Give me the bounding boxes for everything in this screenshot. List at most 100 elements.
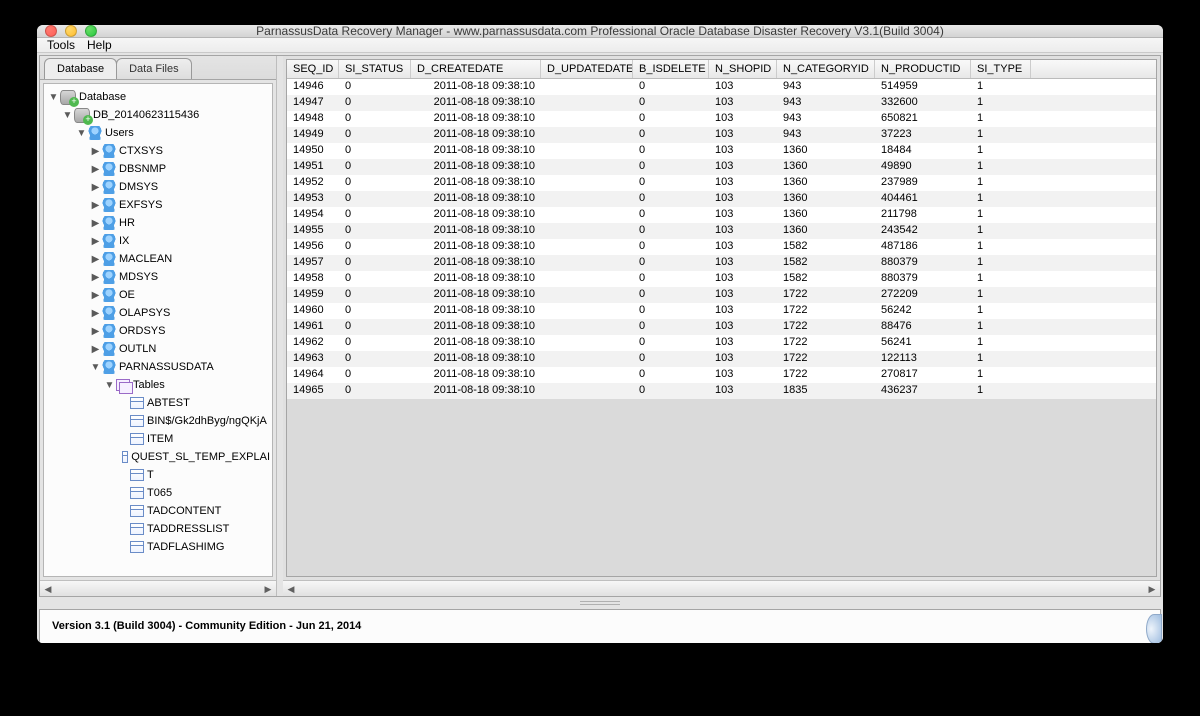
table-row[interactable]: 1494702011-08-18 09:38:1001039433326001 (287, 95, 1156, 111)
tree-table[interactable]: ABTEST (46, 394, 270, 412)
tree-label: ORDSYS (119, 325, 165, 337)
table-row[interactable]: 1496202011-08-18 09:38:1001031722562411 (287, 335, 1156, 351)
column-header[interactable]: B_ISDELETE (633, 60, 709, 78)
tab-data-files[interactable]: Data Files (116, 58, 192, 79)
table-row[interactable]: 1495002011-08-18 09:38:1001031360184841 (287, 143, 1156, 159)
scroll-right-icon[interactable]: ▶ (260, 582, 276, 596)
tree-tables[interactable]: ▼Tables (46, 376, 270, 394)
scroll-left-icon[interactable]: ◀ (283, 582, 299, 596)
cell: 880379 (875, 271, 971, 287)
cell: 2011-08-18 09:38:10 (411, 239, 541, 255)
menu-help[interactable]: Help (87, 38, 112, 52)
cell: 103 (709, 191, 777, 207)
tree-user-ctxsys[interactable]: ▶CTXSYS (46, 142, 270, 160)
column-header[interactable]: SEQ_ID (287, 60, 339, 78)
column-header[interactable]: D_CREATEDATE (411, 60, 541, 78)
scroll-right-icon[interactable]: ▶ (1144, 582, 1160, 596)
menubar: Tools Help (37, 38, 1163, 53)
column-header[interactable]: N_PRODUCTID (875, 60, 971, 78)
tree-table[interactable]: TADFLASHIMG (46, 538, 270, 556)
cell: 1722 (777, 303, 875, 319)
scroll-nub-icon[interactable] (1146, 614, 1162, 643)
tree-user-mdsys[interactable]: ▶MDSYS (46, 268, 270, 286)
cell: 2011-08-18 09:38:10 (411, 79, 541, 95)
table-row[interactable]: 1495902011-08-18 09:38:10010317222722091 (287, 287, 1156, 303)
table-row[interactable]: 1495202011-08-18 09:38:10010313602379891 (287, 175, 1156, 191)
column-header[interactable]: D_UPDATEDATE (541, 60, 633, 78)
table-row[interactable]: 1496102011-08-18 09:38:1001031722884761 (287, 319, 1156, 335)
titlebar: ParnassusData Recovery Manager - www.par… (37, 25, 1163, 38)
table-row[interactable]: 1494802011-08-18 09:38:1001039436508211 (287, 111, 1156, 127)
menu-tools[interactable]: Tools (47, 38, 75, 52)
cell: 943 (777, 79, 875, 95)
column-header[interactable]: N_SHOPID (709, 60, 777, 78)
tree-user-outln[interactable]: ▶OUTLN (46, 340, 270, 358)
close-icon[interactable] (45, 25, 57, 37)
tree-table[interactable]: QUEST_SL_TEMP_EXPLAI (46, 448, 270, 466)
tree-user-parnassusdata[interactable]: ▼PARNASSUSDATA (46, 358, 270, 376)
table-icon (130, 523, 144, 535)
tree-user-dbsnmp[interactable]: ▶DBSNMP (46, 160, 270, 178)
table-row[interactable]: 1496402011-08-18 09:38:10010317222708171 (287, 367, 1156, 383)
cell: 14957 (287, 255, 339, 271)
tree-user-ix[interactable]: ▶IX (46, 232, 270, 250)
tab-database[interactable]: Database (44, 58, 117, 79)
cell: 2011-08-18 09:38:10 (411, 223, 541, 239)
cell: 0 (339, 351, 411, 367)
cell (541, 95, 633, 111)
cell: 0 (339, 79, 411, 95)
minimize-icon[interactable] (65, 25, 77, 37)
zoom-icon[interactable] (85, 25, 97, 37)
cell: 943 (777, 127, 875, 143)
tree-user-hr[interactable]: ▶HR (46, 214, 270, 232)
tree-label: ABTEST (147, 397, 190, 409)
tree-user-maclean[interactable]: ▶MACLEAN (46, 250, 270, 268)
cell: 0 (633, 111, 709, 127)
sidebar-hscroll[interactable]: ◀ ▶ (40, 580, 276, 596)
table-row[interactable]: 1495602011-08-18 09:38:10010315824871861 (287, 239, 1156, 255)
tree-table[interactable]: BIN$/Gk2dhByg/ngQKjA (46, 412, 270, 430)
cell: 103 (709, 223, 777, 239)
table-row[interactable]: 1494902011-08-18 09:38:100103943372231 (287, 127, 1156, 143)
tree-table[interactable]: ITEM (46, 430, 270, 448)
cell: 2011-08-18 09:38:10 (411, 255, 541, 271)
column-header[interactable]: SI_TYPE (971, 60, 1031, 78)
table-row[interactable]: 1496502011-08-18 09:38:10010318354362371 (287, 383, 1156, 399)
cell: 2011-08-18 09:38:10 (411, 191, 541, 207)
cell: 2011-08-18 09:38:10 (411, 207, 541, 223)
table-row[interactable]: 1495402011-08-18 09:38:10010313602117981 (287, 207, 1156, 223)
column-header[interactable]: N_CATEGORYID (777, 60, 875, 78)
tree-user-dmsys[interactable]: ▶DMSYS (46, 178, 270, 196)
database-icon (60, 90, 76, 104)
grid-hscroll[interactable]: ◀ ▶ (283, 580, 1160, 596)
tree-user-exfsys[interactable]: ▶EXFSYS (46, 196, 270, 214)
horizontal-splitter[interactable] (37, 599, 1163, 607)
cell: 103 (709, 367, 777, 383)
tree-table[interactable]: T (46, 466, 270, 484)
cell: 14958 (287, 271, 339, 287)
table-row[interactable]: 1495302011-08-18 09:38:10010313604044611 (287, 191, 1156, 207)
tree-table[interactable]: T065 (46, 484, 270, 502)
table-row[interactable]: 1495702011-08-18 09:38:10010315828803791 (287, 255, 1156, 271)
tree-user-ordsys[interactable]: ▶ORDSYS (46, 322, 270, 340)
cell: 56242 (875, 303, 971, 319)
tree-user-olapsys[interactable]: ▶OLAPSYS (46, 304, 270, 322)
tree-table[interactable]: TADCONTENT (46, 502, 270, 520)
sidebar-tabs: Database Data Files (40, 56, 276, 80)
table-row[interactable]: 1494602011-08-18 09:38:1001039435149591 (287, 79, 1156, 95)
table-row[interactable]: 1496002011-08-18 09:38:1001031722562421 (287, 303, 1156, 319)
tree-db[interactable]: ▼DB_20140623115436 (46, 106, 270, 124)
tree-table[interactable]: TADDRESSLIST (46, 520, 270, 538)
cell: 0 (339, 287, 411, 303)
tree-view[interactable]: ▼Database▼DB_20140623115436▼Users▶CTXSYS… (43, 83, 273, 577)
grid-body[interactable]: 1494602011-08-18 09:38:10010394351495911… (287, 79, 1156, 576)
table-row[interactable]: 1495802011-08-18 09:38:10010315828803791 (287, 271, 1156, 287)
scroll-left-icon[interactable]: ◀ (40, 582, 56, 596)
table-row[interactable]: 1495502011-08-18 09:38:10010313602435421 (287, 223, 1156, 239)
tree-root[interactable]: ▼Database (46, 88, 270, 106)
column-header[interactable]: SI_STATUS (339, 60, 411, 78)
tree-user-oe[interactable]: ▶OE (46, 286, 270, 304)
table-row[interactable]: 1495102011-08-18 09:38:1001031360498901 (287, 159, 1156, 175)
table-row[interactable]: 1496302011-08-18 09:38:10010317221221131 (287, 351, 1156, 367)
tree-users[interactable]: ▼Users (46, 124, 270, 142)
